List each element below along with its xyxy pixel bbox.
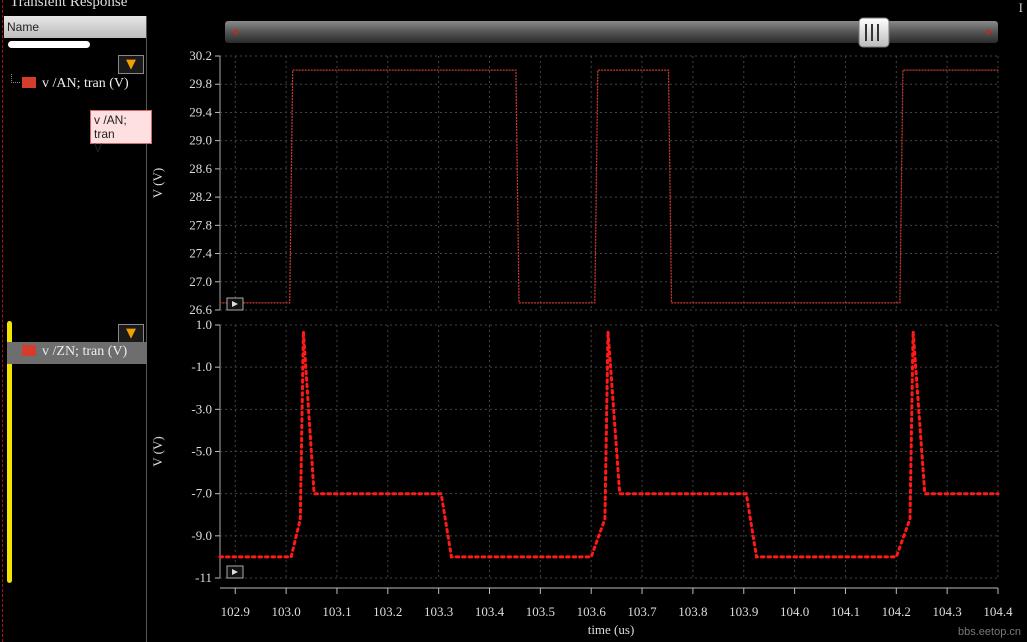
y-tick-label: -11 [195,570,212,585]
y-tick-label: -7.0 [191,486,212,501]
y-tick-label: 27.8 [189,217,212,232]
x-tick-label: 103.9 [729,604,758,619]
y-tick-label: 1.0 [196,317,212,332]
y-tick-label: 30.2 [189,48,212,63]
scrollbar-thumb[interactable] [858,17,890,48]
play-icon[interactable] [226,565,244,579]
x-tick-label: 103.3 [424,604,453,619]
y-tick-label: -1.0 [191,359,212,374]
y-tick-label: 26.6 [189,302,212,317]
x-tick-label: 103.7 [627,604,657,619]
y-tick-label: 29.0 [189,133,212,148]
x-tick-label: 103.8 [678,604,707,619]
x-tick-label: 104.4 [983,604,1013,619]
x-tick-label: 104.3 [933,604,962,619]
plot-panel-2: -11 -9.0 -7.0 -5.0 -3.0 -1.0 1.0 V (V) [150,317,1000,585]
x-tick-label: 103.1 [322,604,351,619]
y-tick-label: 28.2 [189,189,212,204]
x-tick-label: 104.2 [882,604,911,619]
x-tick-label: 103.6 [577,604,607,619]
y-axis-label: V (V) [150,168,165,198]
x-tick-label: 103.4 [475,604,505,619]
y-tick-label: -9.0 [191,528,212,543]
x-axis-label: time (us) [588,622,635,637]
x-tick-label: 103.0 [271,604,300,619]
x-tick-label: 102.9 [221,604,250,619]
play-icon[interactable] [226,297,244,311]
x-tick-label: 103.2 [373,604,402,619]
plot-panel-1: 26.6 27.0 27.4 27.8 28.2 28.6 29.0 29.4 29.8 30.2… [150,48,999,317]
time-scrollbar[interactable] [225,17,998,48]
x-tick-label: 104.0 [780,604,809,619]
plot-area: 26.6 27.0 27.4 27.8 28.2 28.6 29.0 29.4 29.8 30.2… [150,17,1013,637]
y-tick-label: 27.4 [189,246,212,261]
y-tick-label: 28.6 [189,161,212,176]
y-tick-label: 29.4 [189,104,212,119]
watermark: bbs.eetop.cn [958,626,1021,638]
x-tick-label: 103.5 [526,604,555,619]
x-axis: 102.9 103.0 103.1 103.2 103.3 103.4 103.5 103.6… [220,587,1013,637]
y-tick-label: -3.0 [191,401,212,416]
y-tick-label: 29.8 [189,76,212,91]
y-axis-label: V (V) [150,436,165,466]
x-tick-label: 104.1 [831,604,860,619]
y-tick-label: 27.0 [189,274,212,289]
y-tick-label: -5.0 [191,444,212,459]
